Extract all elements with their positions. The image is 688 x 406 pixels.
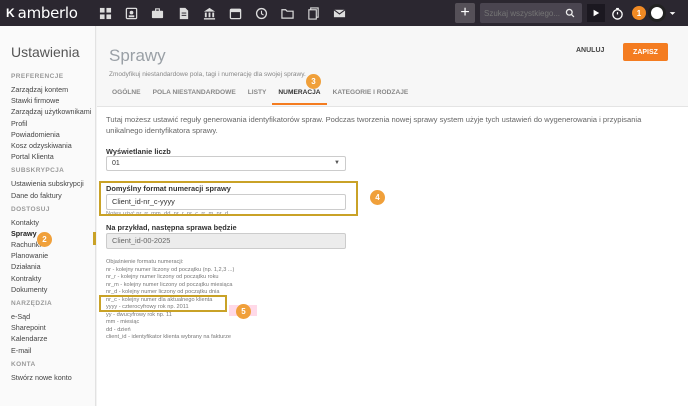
tab-custom-fields[interactable]: POLA NIESTANDARDOWE <box>147 85 242 107</box>
legend-line: mm - miesiąc <box>106 319 140 325</box>
main-nav <box>92 0 352 26</box>
tab-bar: OGÓLNE POLA NIESTANDARDOWE LISTY NUMERAC… <box>106 85 414 107</box>
sidebar-item-documents[interactable]: Dokumenty <box>11 284 95 295</box>
marker-3: 3 <box>306 74 321 89</box>
example-output: Client_id-00-2025 <box>106 233 346 249</box>
document-icon[interactable] <box>170 0 196 26</box>
sidebar-section-accounts: KONTA <box>11 360 36 368</box>
intro-text: Tutaj możesz ustawić reguły generowania … <box>106 115 642 135</box>
logo-text: amberlo <box>17 4 78 22</box>
marker-1: 1 <box>632 6 646 20</box>
sidebar-item-invoice-data[interactable]: Dane do faktury <box>11 190 95 201</box>
stopwatch-icon[interactable] <box>608 4 626 22</box>
sidebar-item-subscription-settings[interactable]: Ustawienia subskrypcji <box>11 178 95 189</box>
sidebar-item-e-court[interactable]: e-Sąd <box>11 311 95 322</box>
marker-5: 5 <box>236 304 251 319</box>
sidebar-item-company-rates[interactable]: Stawki firmowe <box>11 95 95 106</box>
sidebar-item-contacts[interactable]: Kontakty <box>11 217 95 228</box>
legend-line: yyyy - czterocyfrowy rok np. 2011 <box>106 304 189 310</box>
sidebar-item-activities[interactable]: Działania <box>11 261 95 272</box>
global-search <box>480 3 582 23</box>
legend-line: nr_m - kolejny numer liczony od początku… <box>106 281 233 288</box>
dashboard-icon[interactable] <box>92 0 118 26</box>
sidebar-item-matters[interactable]: Sprawy <box>11 228 95 239</box>
calendar-icon[interactable] <box>222 0 248 26</box>
sidebar-item-client-portal[interactable]: Portal Klienta <box>11 151 95 162</box>
sidebar-item-email[interactable]: E-mail <box>11 345 95 356</box>
tab-general[interactable]: OGÓLNE <box>106 85 147 107</box>
main-panel: Sprawy Zmodyfikuj niestandardowe pola, t… <box>97 26 688 406</box>
display-select-value: 01 <box>112 160 120 167</box>
sidebar-section-subscription: SUBSKRYPCJA <box>11 167 65 175</box>
sidebar-item-manage-account[interactable]: Zarządzaj kontem <box>11 84 95 95</box>
sidebar-item-calendars[interactable]: Kalendarze <box>11 333 95 344</box>
folder-icon[interactable] <box>274 0 300 26</box>
sidebar-item-notifications[interactable]: Powiadomienia <box>11 129 95 140</box>
sidebar-item-sharepoint[interactable]: Sharepoint <box>11 322 95 333</box>
settings-sidebar: Ustawienia PREFERENCJE Zarządzaj kontem … <box>0 26 96 406</box>
legend-line: nr_d - kolejny numer liczony od początku… <box>106 289 220 295</box>
sidebar-item-planning[interactable]: Planowanie <box>11 250 95 261</box>
tab-categories[interactable]: KATEGORIE I RODZAJE <box>327 85 415 107</box>
briefcase-icon[interactable] <box>144 0 170 26</box>
example-label: Na przykład, następna sprawa będzie <box>106 223 237 232</box>
numbering-content: Tutaj możesz ustawić reguły generowania … <box>106 114 666 136</box>
play-timer-icon[interactable] <box>587 4 605 22</box>
logo[interactable]: K amberlo <box>0 0 86 26</box>
legend-line: nr_c - kolejny numer dla aktualnego klie… <box>106 296 213 303</box>
sidebar-item-profile[interactable]: Profil <box>11 118 95 129</box>
sidebar-item-manage-users[interactable]: Zarządzaj użytkownikami <box>11 106 95 117</box>
legend-line: nr_r - kolejny numer liczony od początku… <box>106 274 219 280</box>
page-subtitle: Zmodyfikuj niestandardowe pola, tagi i n… <box>109 71 306 78</box>
legend-line: yy - dwucyfrowy rok np. 11 <box>106 311 172 318</box>
display-select[interactable]: 01 ▼ <box>106 156 346 171</box>
page-title: Sprawy <box>109 46 166 65</box>
chevron-down-icon[interactable] <box>669 10 676 17</box>
save-button[interactable]: ZAPISZ <box>623 43 668 61</box>
sidebar-item-contracts[interactable]: Kontrakty <box>11 273 95 284</box>
active-item-indicator <box>93 232 96 245</box>
sidebar-item-create-account[interactable]: Stwórz nowe konto <box>11 372 95 383</box>
legend-line: nr - kolejny numer liczony od początku (… <box>106 266 235 273</box>
chevron-down-icon: ▼ <box>334 160 340 166</box>
display-label: Wyświetlanie liczb <box>106 147 171 156</box>
format-note: Notes użyć nr, rr, mm, dd, nr_r, nr_c, r… <box>106 211 229 217</box>
search-icon[interactable] <box>560 3 580 23</box>
format-legend: Objaśnienie formatu numeracji: nr - kole… <box>106 259 234 342</box>
user-menu[interactable]: 1 <box>632 2 684 24</box>
tab-lists[interactable]: LISTY <box>242 85 273 107</box>
marker-2: 2 <box>37 232 52 247</box>
files-icon[interactable] <box>300 0 326 26</box>
sidebar-section-tools: NARZĘDZIA <box>11 300 53 307</box>
sidebar-item-recovery-bin[interactable]: Kosz odzyskiwania <box>11 140 95 151</box>
legend-title: Objaśnienie formatu numeracji: <box>106 259 184 265</box>
tab-numbering[interactable]: NUMERACJA <box>272 85 327 107</box>
top-bar: K amberlo + Szukaj wszystkiego... 1 <box>0 0 688 26</box>
sidebar-section-customize: DOSTOSUJ <box>11 205 50 213</box>
format-label: Domyślny format numeracji sprawy <box>106 184 231 193</box>
bank-icon[interactable] <box>196 0 222 26</box>
avatar[interactable] <box>648 4 666 22</box>
page-header: Sprawy Zmodyfikuj niestandardowe pola, t… <box>97 26 688 107</box>
format-input[interactable]: Client_id-nr_c-yyyy <box>106 194 346 210</box>
cancel-button[interactable]: ANULUJ <box>576 47 604 54</box>
logo-mark: K <box>6 6 15 20</box>
history-icon[interactable] <box>248 0 274 26</box>
sidebar-title: Ustawienia <box>11 44 80 60</box>
legend-line: dd - dzień <box>106 326 131 333</box>
search-input[interactable] <box>480 8 560 18</box>
legend-line: client_id - identyfikator klienta wybran… <box>106 334 231 340</box>
add-new-button[interactable]: + <box>455 3 475 23</box>
sidebar-item-bills[interactable]: Rachunki <box>11 239 95 250</box>
sidebar-section-preferences: PREFERENCJE <box>11 73 64 80</box>
mail-icon[interactable] <box>326 0 352 26</box>
contacts-icon[interactable] <box>118 0 144 26</box>
marker-4: 4 <box>370 190 385 205</box>
